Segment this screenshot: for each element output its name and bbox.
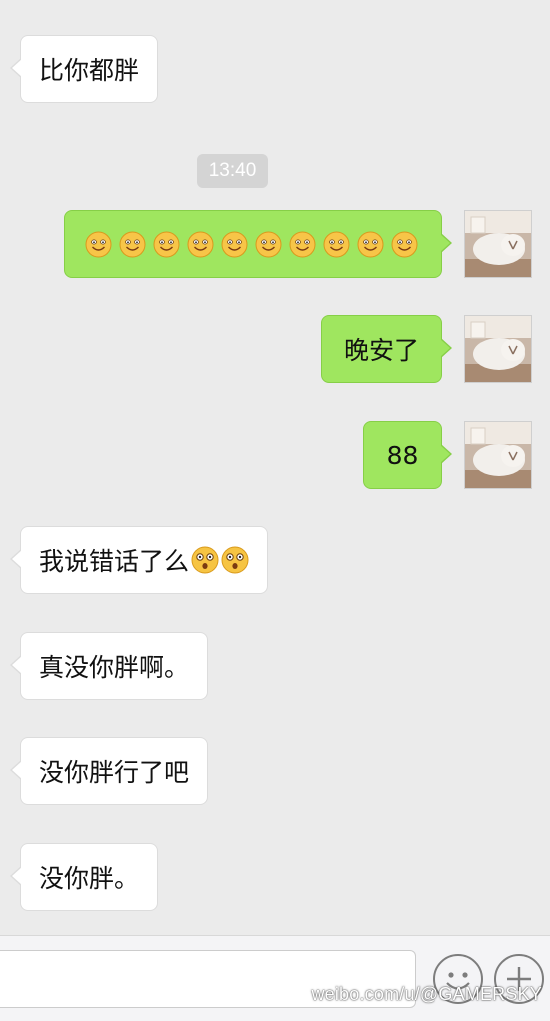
incoming-message-bubble[interactable]: 我说错话了么 bbox=[9, 526, 269, 594]
incoming-message-bubble[interactable]: 没你胖行了吧 bbox=[9, 737, 209, 805]
avatar[interactable] bbox=[464, 210, 532, 278]
avatar-cat-image bbox=[465, 211, 531, 277]
outgoing-message-bubble[interactable]: 88 bbox=[363, 421, 452, 489]
chat-input-bar bbox=[0, 935, 550, 1021]
shocked-emoji-icon bbox=[221, 546, 249, 574]
avatar[interactable] bbox=[464, 315, 532, 383]
avatar-cat-image bbox=[465, 422, 531, 488]
smile-emoji-icon bbox=[119, 231, 146, 257]
smile-emoji-icon bbox=[221, 231, 248, 257]
incoming-message-bubble[interactable]: 比你都胖 bbox=[9, 35, 159, 103]
message-text: 比你都胖 bbox=[39, 56, 140, 85]
message-text: 88 bbox=[386, 440, 419, 470]
smile-emoji-icon bbox=[391, 231, 418, 257]
emoji-row bbox=[85, 231, 418, 258]
incoming-message-bubble[interactable]: 没你胖。 bbox=[9, 843, 159, 911]
message-text: 真没你胖啊。 bbox=[39, 653, 190, 682]
avatar[interactable] bbox=[464, 421, 532, 489]
smile-emoji-icon bbox=[255, 231, 282, 257]
message-text: 我说错话了么 bbox=[39, 547, 190, 576]
smile-emoji-icon bbox=[187, 231, 214, 257]
message-text: 没你胖行了吧 bbox=[39, 758, 190, 787]
smile-emoji-icon bbox=[323, 231, 350, 257]
incoming-message-bubble[interactable]: 真没你胖啊。 bbox=[9, 632, 209, 700]
smile-emoji-icon bbox=[289, 231, 316, 257]
smile-emoji-icon bbox=[85, 231, 112, 257]
smile-emoji-icon bbox=[357, 231, 384, 257]
outgoing-message-bubble[interactable] bbox=[64, 210, 452, 278]
timestamp: 13:40 bbox=[197, 154, 268, 188]
smile-emoji-icon bbox=[153, 231, 180, 257]
avatar-cat-image bbox=[465, 316, 531, 382]
message-text: 晚安了 bbox=[343, 336, 419, 365]
shocked-emoji-icon bbox=[191, 546, 219, 574]
message-text: 没你胖。 bbox=[39, 864, 140, 893]
watermark: weibo.com/u/@GAMERSKY bbox=[311, 984, 542, 1004]
outgoing-message-bubble[interactable]: 晚安了 bbox=[321, 315, 452, 383]
